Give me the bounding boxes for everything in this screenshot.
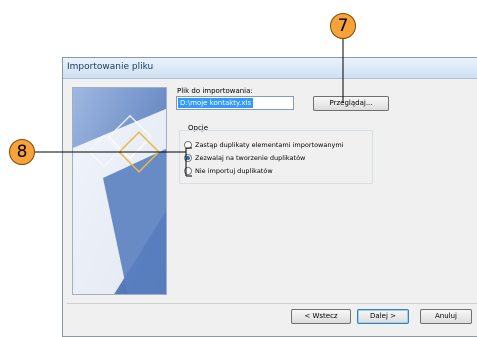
callout-lines [34,38,344,177]
callout-8: 8 [9,139,35,165]
callout-7: 7 [330,13,356,39]
